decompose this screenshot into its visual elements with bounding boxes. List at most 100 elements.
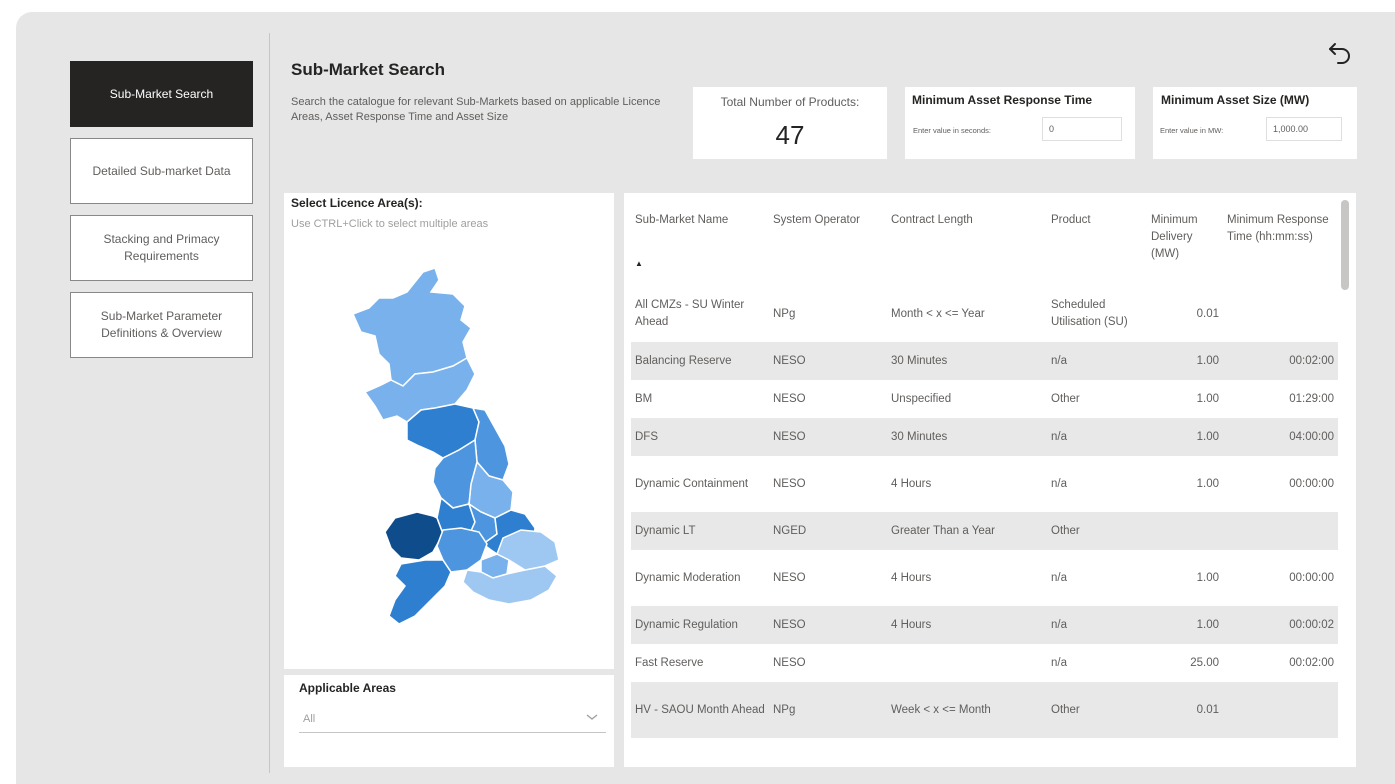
total-products-value: 47	[775, 120, 805, 150]
cell-contract-length: 4 Hours	[891, 477, 932, 490]
cell-product: n/a	[1047, 606, 1147, 644]
asset-size-label: Enter value in MW:	[1160, 126, 1224, 135]
cell-minimum-delivery: 1.00	[1147, 418, 1223, 456]
column-header-sub-market-name[interactable]: Sub-Market Name ▲	[631, 202, 769, 286]
table-row[interactable]: Dynamic Regulation NESO 4 Hours n/a 1.00…	[631, 606, 1338, 644]
cell-system-operator: NESO	[769, 418, 887, 456]
cell-minimum-response-time: 00:00:00	[1289, 477, 1334, 490]
cell-system-operator: NESO	[769, 342, 887, 380]
cell-contract-length: 30 Minutes	[887, 342, 1047, 380]
cell-contract-length: Month < x <= Year	[891, 307, 985, 320]
table-row[interactable]: Dynamic LT NGED Greater Than a Year Othe…	[631, 512, 1338, 550]
cell-minimum-response-time: 00:02:00	[1289, 656, 1334, 669]
cell-product: n/a	[1047, 342, 1147, 380]
page-subtitle: Search the catalogue for relevant Sub-Ma…	[291, 96, 661, 123]
cell-minimum-delivery: 1.00	[1196, 392, 1219, 405]
table-row[interactable]: Dynamic Moderation NESO 4 Hours n/a 1.00…	[631, 550, 1338, 606]
cell-minimum-delivery: 25.00	[1190, 656, 1219, 669]
applicable-areas-title: Applicable Areas	[299, 681, 396, 695]
cell-system-operator: NESO	[773, 571, 806, 584]
map-region-south-east[interactable]	[462, 565, 558, 605]
cell-product: Other	[1047, 512, 1147, 550]
map-region-south-west[interactable]	[388, 559, 452, 625]
table-row[interactable]: Dynamic Containment NESO 4 Hours n/a 1.0…	[631, 456, 1338, 512]
cell-sub-market-name: Dynamic Containment	[635, 477, 749, 490]
licence-area-map-south[interactable]	[385, 520, 565, 630]
cell-minimum-delivery: 0.01	[1147, 682, 1223, 738]
nav-label: Detailed Sub-market Data	[92, 163, 231, 178]
cell-minimum-delivery: 1.00	[1196, 477, 1219, 490]
cell-sub-market-name: DFS	[631, 418, 769, 456]
cell-system-operator: NESO	[769, 606, 887, 644]
cell-sub-market-name: Dynamic LT	[631, 512, 769, 550]
map-title: Select Licence Area(s):	[291, 196, 423, 210]
cell-contract-length: Greater Than a Year	[887, 512, 1047, 550]
cell-minimum-response-time	[1223, 682, 1338, 738]
cell-system-operator: NPg	[773, 307, 796, 320]
cell-minimum-response-time: 00:00:00	[1289, 571, 1334, 584]
response-time-label: Enter value in seconds:	[913, 126, 991, 135]
cell-minimum-delivery: 1.00	[1147, 342, 1223, 380]
applicable-areas-dropdown[interactable]: All	[299, 707, 606, 733]
back-arrow-icon[interactable]	[1322, 36, 1358, 70]
licence-area-map[interactable]	[335, 262, 565, 562]
chevron-down-icon[interactable]	[585, 712, 599, 722]
nav-stacking-primacy-button[interactable]: Stacking and Primacy Requirements	[70, 215, 253, 281]
table-row[interactable]: Fast Reserve NESO n/a 25.00 00:02:00	[631, 644, 1338, 682]
column-header-system-operator[interactable]: System Operator	[769, 202, 887, 286]
cell-product: Scheduled Utilisation (SU)	[1051, 299, 1128, 328]
nav-sub-market-search-button[interactable]: Sub-Market Search	[70, 61, 253, 127]
cell-minimum-delivery	[1147, 512, 1223, 550]
cell-product: n/a	[1051, 656, 1067, 669]
table-row[interactable]: Balancing Reserve NESO 30 Minutes n/a 1.…	[631, 342, 1338, 380]
table-row[interactable]: BM NESO Unspecified Other 1.00 01:29:00	[631, 380, 1338, 418]
cell-contract-length: Unspecified	[891, 392, 952, 405]
cell-contract-length	[887, 644, 1047, 682]
cell-system-operator: NESO	[773, 392, 806, 405]
column-header-product[interactable]: Product	[1047, 202, 1147, 286]
cell-minimum-response-time	[1223, 512, 1338, 550]
cell-product: n/a	[1047, 418, 1147, 456]
cell-minimum-response-time	[1223, 286, 1338, 342]
cell-sub-market-name: Dynamic Moderation	[635, 571, 741, 584]
table-header-row: Sub-Market Name ▲ System Operator Contrac…	[631, 202, 1338, 286]
vertical-divider	[269, 33, 270, 773]
cell-system-operator: NESO	[773, 656, 806, 669]
cell-contract-length: 4 Hours	[887, 606, 1047, 644]
asset-size-input[interactable]: 1,000.00	[1266, 117, 1342, 141]
nav-label: Stacking and Primacy Requirements	[103, 232, 220, 263]
cell-minimum-response-time: 00:00:02	[1223, 606, 1338, 644]
table-scrollbar[interactable]	[1341, 200, 1349, 290]
cell-minimum-delivery: 0.01	[1196, 307, 1219, 320]
response-time-title: Minimum Asset Response Time	[912, 93, 1093, 107]
cell-contract-length: 4 Hours	[891, 571, 932, 584]
total-products-label: Total Number of Products:	[720, 95, 860, 109]
cell-system-operator: NGED	[769, 512, 887, 550]
sub-market-table: Sub-Market Name ▲ System Operator Contrac…	[631, 202, 1338, 738]
cell-sub-market-name: All CMZs - SU Winter Ahead	[635, 299, 745, 328]
column-header-minimum-response-time[interactable]: Minimum Response Time (hh:mm:ss)	[1223, 202, 1338, 286]
column-header-contract-length[interactable]: Contract Length	[887, 202, 1047, 286]
nav-detailed-data-button[interactable]: Detailed Sub-market Data	[70, 138, 253, 204]
nav-label: Sub-Market Search	[109, 86, 214, 101]
nav-parameter-definitions-button[interactable]: Sub-Market Parameter Definitions & Overv…	[70, 292, 253, 358]
nav-label: Sub-Market Parameter Definitions & Overv…	[100, 309, 223, 340]
cell-product: Other	[1047, 682, 1147, 738]
column-header-minimum-delivery[interactable]: Minimum Delivery (MW)	[1147, 202, 1223, 286]
cell-system-operator: NPg	[769, 682, 887, 738]
response-time-input[interactable]: 0	[1042, 117, 1122, 141]
cell-minimum-delivery: 1.00	[1147, 606, 1223, 644]
cell-product: n/a	[1051, 477, 1067, 490]
page-title: Sub-Market Search	[291, 60, 445, 79]
cell-sub-market-name: BM	[635, 392, 653, 405]
map-hint: Use CTRL+Click to select multiple areas	[291, 218, 489, 230]
cell-sub-market-name: Balancing Reserve	[631, 342, 769, 380]
table-row[interactable]: HV - SAOU Month Ahead NPg Week < x <= Mo…	[631, 682, 1338, 738]
sort-ascending-icon[interactable]: ▲	[635, 255, 765, 272]
table-row[interactable]: DFS NESO 30 Minutes n/a 1.00 04:00:00	[631, 418, 1338, 456]
cell-minimum-delivery: 1.00	[1196, 571, 1219, 584]
cell-contract-length: 30 Minutes	[887, 418, 1047, 456]
table-row[interactable]: All CMZs - SU Winter Ahead NPg Month < x…	[631, 286, 1338, 342]
cell-sub-market-name: HV - SAOU Month Ahead	[631, 682, 769, 738]
header-label: Sub-Market Name	[635, 214, 729, 226]
